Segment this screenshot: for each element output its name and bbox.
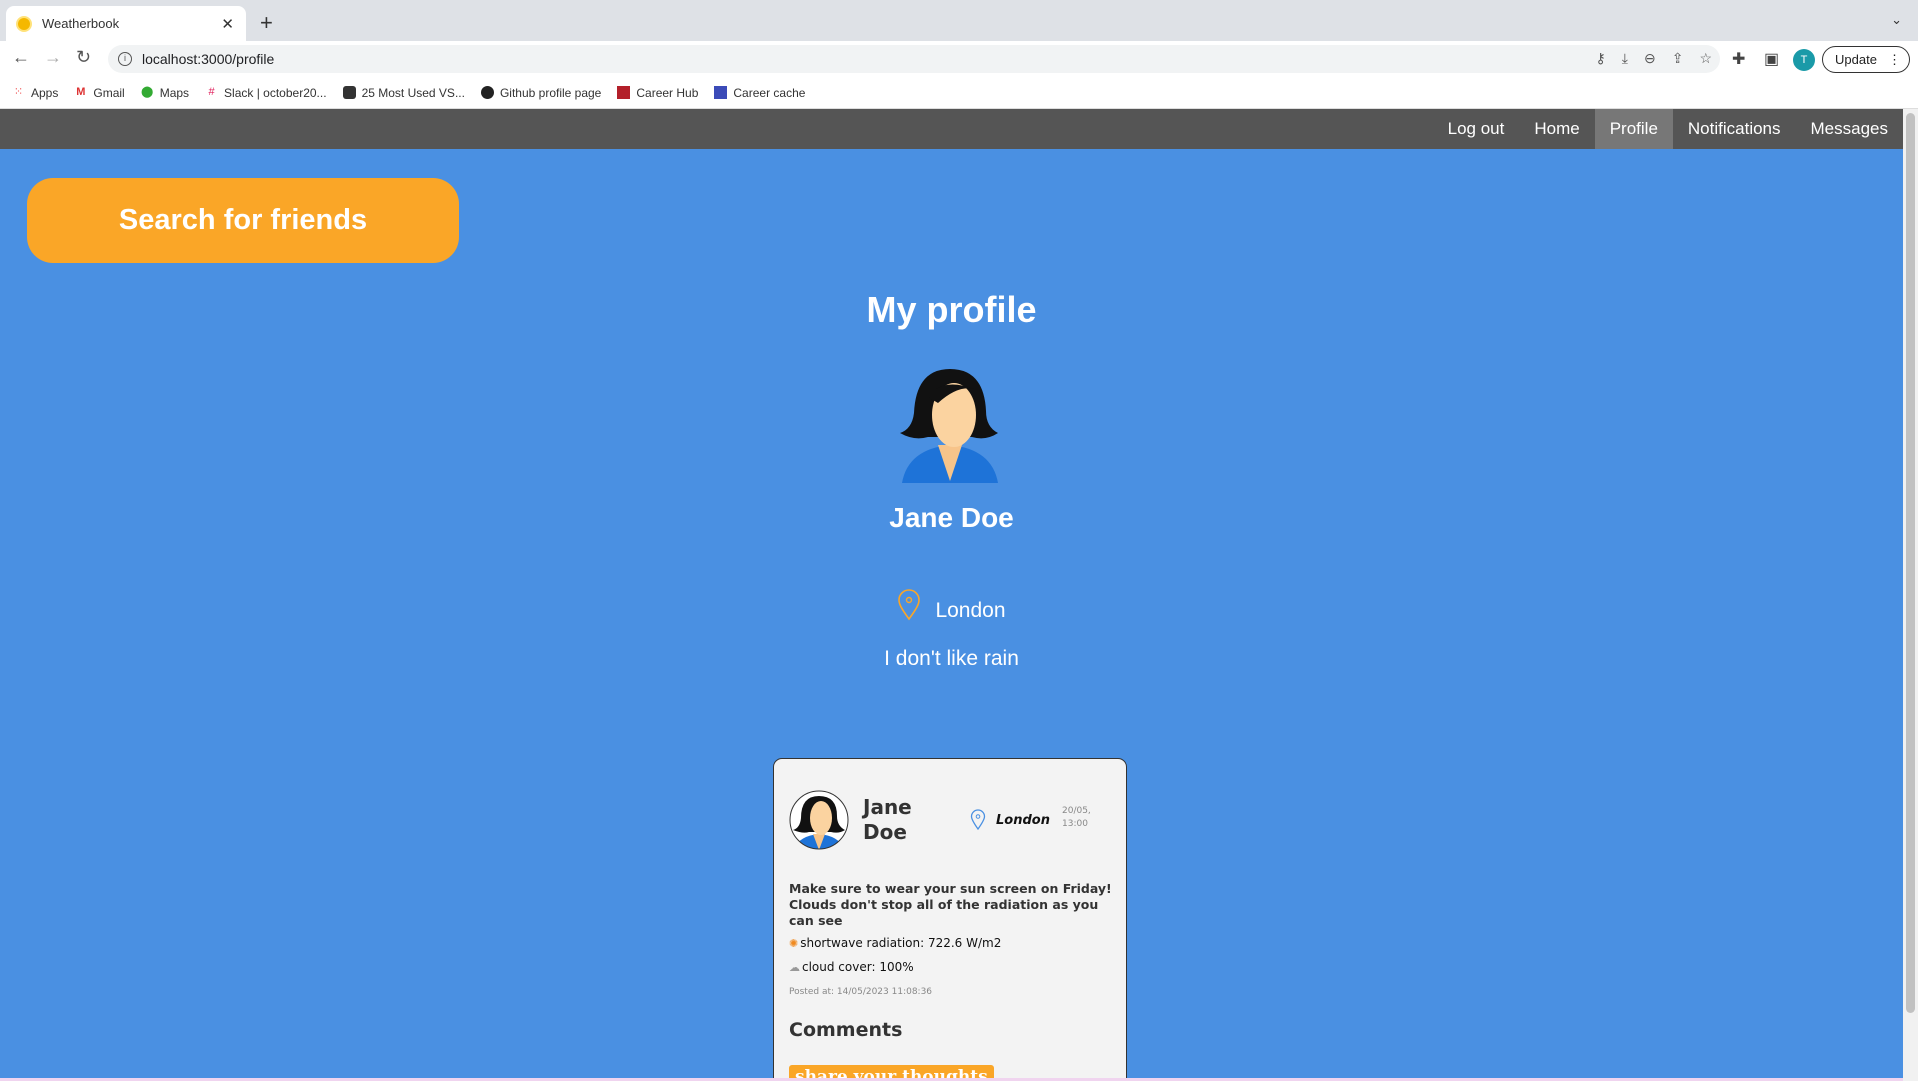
bookmark-maps[interactable]: ⬤ Maps <box>141 86 189 100</box>
sun-favicon-icon <box>18 17 30 30</box>
location-pin-icon <box>970 809 986 831</box>
forecast-time: 13:00 <box>1062 819 1088 829</box>
menu-dots-icon[interactable]: ⋮ <box>1888 47 1901 72</box>
forward-icon[interactable]: → <box>44 47 62 68</box>
nav-home[interactable]: Home <box>1519 109 1594 149</box>
search-friends-button[interactable]: Search for friends <box>27 178 459 263</box>
forecast-datetime: 20/05, 13:00 <box>1062 805 1091 831</box>
scrollbar-thumb[interactable] <box>1906 113 1915 1013</box>
bookmark-label: Slack | october20... <box>224 85 327 100</box>
post-message: Make sure to wear your sun screen on Fri… <box>789 881 1112 928</box>
browser-tab-bar: Weatherbook ✕ + ⌄ <box>0 0 1918 41</box>
maps-icon: ⬤ <box>141 86 154 98</box>
reload-icon[interactable]: ↻ <box>76 47 91 68</box>
back-icon[interactable]: ← <box>12 47 30 68</box>
github-icon <box>480 86 494 99</box>
side-panel-icon[interactable]: ▣ <box>1764 49 1779 69</box>
zoom-icon[interactable]: ⊖ <box>1644 50 1656 67</box>
browser-tab[interactable]: Weatherbook ✕ <box>6 6 246 41</box>
tab-title: Weatherbook <box>42 16 120 31</box>
update-button[interactable]: Update ⋮ <box>1822 46 1910 73</box>
cloud-row: ☁ cloud cover: 100% <box>789 960 914 974</box>
star-icon[interactable]: ☆ <box>1699 50 1712 67</box>
bookmark-label: 25 Most Used VS... <box>361 85 465 100</box>
bookmark-label: Maps <box>159 85 190 100</box>
address-bar[interactable]: i localhost:3000/profile ⚷ ⤓ ⊖ ⇪ ☆ <box>108 45 1720 73</box>
site-icon <box>342 86 356 99</box>
post-card: Jane Doe London 20/05, 13:00 Make sure to… <box>773 758 1127 1081</box>
page-title: My profile <box>866 289 1037 330</box>
radiation-text: shortwave radiation: 722.6 W/m2 <box>800 936 1002 950</box>
tab-search-chevron-icon[interactable]: ⌄ <box>1891 12 1902 28</box>
bookmark-career-cache[interactable]: Career cache <box>714 86 805 100</box>
browser-toolbar: ← → ↻ i localhost:3000/profile ⚷ ⤓ ⊖ ⇪ ☆… <box>0 41 1918 77</box>
bookmark-label: Career Hub <box>636 85 699 100</box>
post-location: London <box>970 809 1050 831</box>
update-label: Update <box>1835 52 1877 67</box>
share-icon[interactable]: ⇪ <box>1672 50 1684 67</box>
top-nav: Log out Home Profile Notifications Messa… <box>0 109 1903 149</box>
nav-messages[interactable]: Messages <box>1796 109 1903 149</box>
bookmark-label: Apps <box>31 85 59 100</box>
radiation-row: ✺ shortwave radiation: 722.6 W/m2 <box>789 936 1001 950</box>
bookmark-github[interactable]: Github profile page <box>480 85 602 100</box>
bookmark-career-hub[interactable]: Career Hub <box>617 86 698 100</box>
slack-icon: # <box>208 86 215 98</box>
page-scrollbar[interactable] <box>1903 109 1918 1081</box>
sun-icon: ✺ <box>789 936 799 950</box>
bookmark-vscode[interactable]: 25 Most Used VS... <box>342 85 465 100</box>
profile-bio: I don't like rain <box>884 647 1019 670</box>
profile-avatar-image <box>900 369 998 483</box>
bookmark-label: Gmail <box>93 85 125 100</box>
career-hub-icon <box>617 86 631 99</box>
url-text: localhost:3000/profile <box>142 51 275 67</box>
close-tab-icon[interactable]: ✕ <box>221 15 234 33</box>
bookmark-slack[interactable]: # Slack | october20... <box>205 85 327 100</box>
bookmarks-bar: ⁙ Apps M Gmail ⬤ Maps # Slack | october20...… <box>0 77 1918 109</box>
profile-name: Jane Doe <box>889 502 1014 533</box>
cloud-icon: ☁ <box>789 960 800 974</box>
post-author-avatar <box>789 790 849 850</box>
new-tab-icon[interactable]: + <box>260 10 273 36</box>
post-location-text: London <box>996 812 1050 828</box>
nav-notifications[interactable]: Notifications <box>1673 109 1796 149</box>
bookmark-label: Github profile page <box>499 85 602 100</box>
bookmark-apps[interactable]: ⁙ Apps <box>12 86 58 100</box>
forecast-date: 20/05, <box>1062 806 1091 816</box>
bookmark-gmail[interactable]: M Gmail <box>74 86 124 100</box>
comments-heading: Comments <box>789 1019 903 1041</box>
nav-profile[interactable]: Profile <box>1594 109 1673 149</box>
profile-avatar[interactable]: T <box>1793 49 1815 71</box>
key-icon[interactable]: ⚷ <box>1596 50 1606 67</box>
info-icon[interactable]: i <box>118 52 132 66</box>
location-text: London <box>935 599 1006 622</box>
install-icon[interactable]: ⤓ <box>1622 50 1628 67</box>
career-cache-icon <box>714 86 728 99</box>
page-content: Log out Home Profile Notifications Messa… <box>0 109 1903 1081</box>
apps-grid-icon: ⁙ <box>13 86 24 98</box>
nav-log-out[interactable]: Log out <box>1433 109 1520 149</box>
gmail-icon: M <box>76 86 86 98</box>
bookmark-label: Career cache <box>733 85 806 100</box>
posted-at: Posted at: 14/05/2023 11:08:36 <box>789 987 933 997</box>
extensions-icon[interactable]: ✚ <box>1732 49 1745 69</box>
profile-location: London <box>0 587 1903 623</box>
post-author-name[interactable]: Jane Doe <box>863 795 933 845</box>
cloud-text: cloud cover: 100% <box>802 960 914 974</box>
location-pin-icon <box>898 589 921 621</box>
